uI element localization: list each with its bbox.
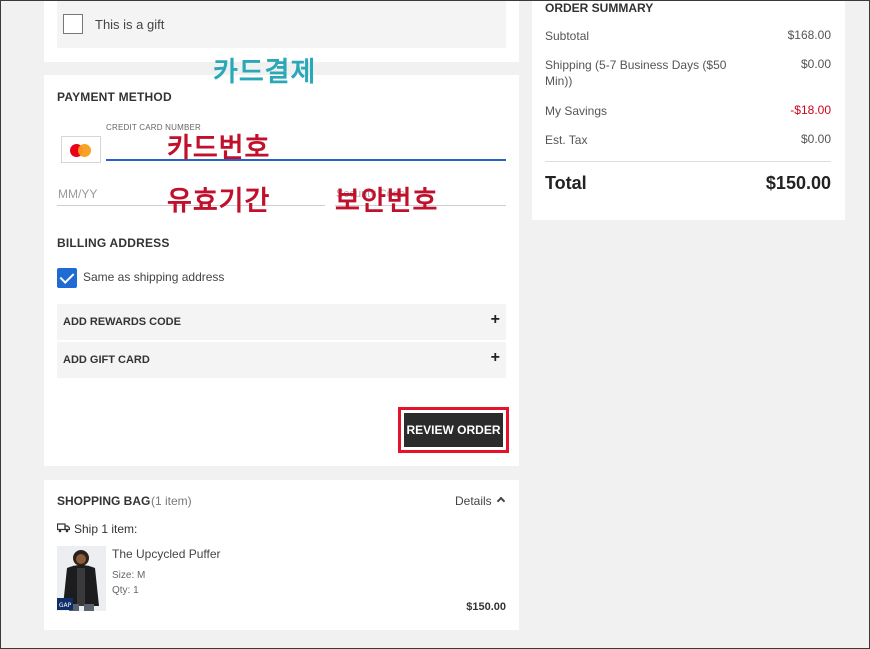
add-rewards-code-accordion[interactable]: ADD REWARDS CODE + bbox=[57, 304, 506, 340]
truck-icon bbox=[57, 523, 70, 533]
shopping-bag-count: (1 item) bbox=[151, 494, 192, 508]
subtotal-value: $168.00 bbox=[787, 28, 831, 42]
add-gift-card-accordion[interactable]: ADD GIFT CARD + bbox=[57, 342, 506, 378]
shopping-bag-title: SHOPPING BAG bbox=[57, 494, 151, 508]
chevron-up-icon[interactable] bbox=[496, 496, 506, 506]
product-price: $150.00 bbox=[466, 601, 506, 613]
savings-label: My Savings bbox=[545, 104, 608, 118]
plus-icon[interactable]: + bbox=[491, 349, 500, 367]
shipping-label: Shipping (5-7 Business Days ($50 Min)) bbox=[545, 58, 727, 88]
review-order-button[interactable]: REVIEW ORDER bbox=[404, 413, 503, 447]
tax-label: Est. Tax bbox=[545, 133, 588, 147]
product-name[interactable]: The Upcycled Puffer bbox=[112, 547, 221, 561]
tax-value: $0.00 bbox=[800, 132, 831, 146]
gift-option-row[interactable]: This is a gift bbox=[57, 0, 506, 48]
annotation-security-code: 보안번호 bbox=[335, 186, 439, 217]
savings-value: -$18.00 bbox=[790, 103, 831, 117]
product-size: Size: M bbox=[112, 570, 146, 581]
mastercard-icon bbox=[61, 136, 101, 163]
same-as-shipping-label: Same as shipping address bbox=[83, 270, 225, 284]
total-label: Total bbox=[545, 173, 587, 193]
expiry-placeholder: MM/YY bbox=[58, 187, 98, 201]
ship-items-label: Ship 1 item: bbox=[74, 522, 138, 536]
annotation-card-number: 카드번호 bbox=[167, 133, 271, 164]
shopping-bag-section: SHOPPING BAG (1 item) Details Ship 1 ite… bbox=[44, 480, 519, 630]
plus-icon[interactable]: + bbox=[491, 311, 500, 329]
subtotal-label: Subtotal bbox=[545, 29, 590, 43]
payment-section: PAYMENT METHOD CREDIT CARD NUMBER MM/YY … bbox=[44, 75, 519, 466]
product-image[interactable]: GAP bbox=[57, 546, 106, 611]
annotation-card-payment: 카드결제 bbox=[213, 57, 317, 88]
order-summary-title: ORDER SUMMARY bbox=[545, 1, 654, 15]
card-number-input[interactable] bbox=[106, 134, 506, 161]
details-toggle[interactable]: Details bbox=[455, 494, 492, 508]
add-rewards-code-label: ADD REWARDS CODE bbox=[63, 316, 181, 328]
billing-address-title: BILLING ADDRESS bbox=[57, 236, 170, 250]
gap-logo: GAP bbox=[59, 602, 72, 609]
product-qty: Qty: 1 bbox=[112, 585, 139, 596]
summary-divider bbox=[545, 161, 831, 162]
annotation-expiry: 유효기간 bbox=[167, 186, 271, 217]
total-value: $150.00 bbox=[765, 173, 831, 193]
order-summary-section: ORDER SUMMARY Subtotal $168.00 Shipping … bbox=[532, 0, 845, 220]
payment-method-title: PAYMENT METHOD bbox=[57, 90, 172, 104]
same-as-shipping-checkbox[interactable] bbox=[57, 268, 77, 288]
shipping-value: $0.00 bbox=[800, 57, 831, 71]
gift-checkbox[interactable] bbox=[63, 14, 83, 34]
add-gift-card-label: ADD GIFT CARD bbox=[63, 354, 150, 366]
gift-label: This is a gift bbox=[95, 16, 165, 32]
